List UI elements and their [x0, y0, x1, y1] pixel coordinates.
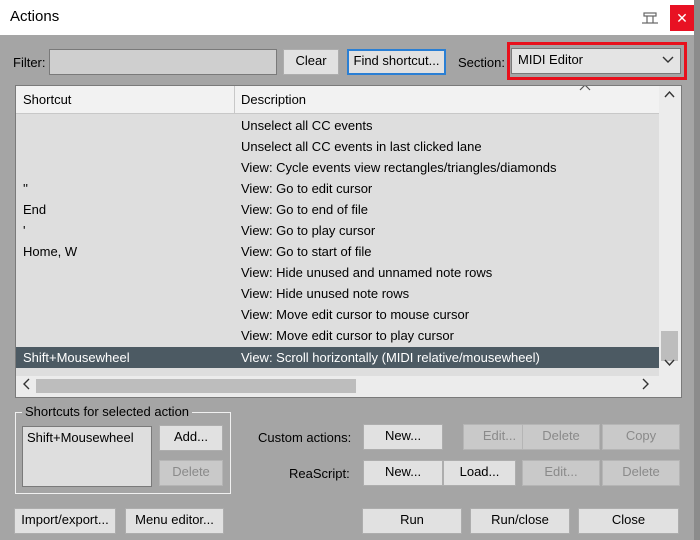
- list-item[interactable]: Shift+Mousewheel: [27, 430, 147, 445]
- close-button[interactable]: Close: [578, 508, 679, 534]
- table-row[interactable]: View: Move edit cursor to play cursor: [16, 325, 659, 346]
- reascript-new-button[interactable]: New...: [363, 460, 443, 486]
- custom-action-new-button[interactable]: New...: [363, 424, 443, 450]
- run-close-button[interactable]: Run/close: [470, 508, 570, 534]
- custom-action-copy-button[interactable]: Copy: [602, 424, 680, 450]
- horizontal-scrollbar[interactable]: [16, 376, 681, 397]
- shortcut-cell: '': [23, 181, 28, 196]
- filter-input[interactable]: [49, 49, 277, 75]
- list-header: Shortcut Description: [16, 86, 659, 114]
- delete-shortcut-button[interactable]: Delete: [159, 460, 223, 486]
- shortcut-cell: End: [23, 202, 47, 217]
- import-export-button[interactable]: Import/export...: [14, 508, 116, 534]
- description-cell: View: Go to play cursor: [241, 223, 376, 238]
- window-title: Actions: [10, 8, 60, 25]
- shortcut-cell: Home, W: [23, 244, 78, 259]
- actions-window: Actions ✕ Filter: Clear Find shortcut...…: [0, 0, 694, 540]
- table-row[interactable]: ' View: Go to play cursor: [16, 220, 659, 241]
- sort-ascending-icon: [579, 86, 591, 95]
- background-window-edge: [694, 0, 700, 540]
- table-row[interactable]: Home, W View: Go to start of file: [16, 241, 659, 262]
- description-cell: View: Move edit cursor to play cursor: [241, 328, 454, 343]
- column-header-description[interactable]: Description: [241, 92, 306, 107]
- section-label: Section:: [458, 55, 505, 70]
- horizontal-scroll-thumb[interactable]: [36, 379, 356, 393]
- table-row[interactable]: Unselect all CC events in last clicked l…: [16, 136, 659, 157]
- add-shortcut-button[interactable]: Add...: [159, 425, 223, 451]
- clear-button[interactable]: Clear: [283, 49, 339, 75]
- description-cell: Unselect all CC events: [241, 118, 373, 133]
- column-separator[interactable]: [234, 86, 235, 114]
- table-row[interactable]: View: Move edit cursor to mouse cursor: [16, 304, 659, 325]
- vertical-scrollbar[interactable]: [659, 86, 681, 376]
- description-cell: Unselect all CC events in last clicked l…: [241, 139, 482, 154]
- table-row[interactable]: View: Cycle events view rectangles/trian…: [16, 157, 659, 178]
- description-cell: View: Go to edit cursor: [241, 181, 373, 196]
- reascript-load-button[interactable]: Load...: [443, 460, 516, 486]
- list-rows: Unselect all CC events Unselect all CC e…: [16, 114, 659, 374]
- scroll-up-icon[interactable]: [664, 89, 675, 101]
- table-row-selected[interactable]: Shift+Mousewheel View: Scroll horizontall…: [16, 347, 659, 368]
- description-cell: View: Cycle events view rectangles/trian…: [241, 160, 557, 175]
- filter-label: Filter:: [13, 55, 46, 70]
- custom-action-delete-button[interactable]: Delete: [522, 424, 600, 450]
- title-bar[interactable]: Actions ✕: [0, 0, 694, 35]
- actions-list[interactable]: Shortcut Description Unselect all CC eve…: [15, 85, 682, 398]
- shortcut-cell: Shift+Mousewheel: [23, 350, 130, 365]
- description-cell: View: Hide unused and unnamed note rows: [241, 265, 493, 280]
- shortcuts-group-title: Shortcuts for selected action: [22, 404, 193, 419]
- table-row[interactable]: View: Hide unused and unnamed note rows: [16, 262, 659, 283]
- scroll-down-icon[interactable]: [664, 358, 675, 370]
- table-row[interactable]: Unselect all CC events: [16, 115, 659, 136]
- description-cell: View: Hide unused note rows: [241, 286, 410, 301]
- vertical-scroll-thumb[interactable]: [661, 331, 678, 361]
- pin-icon[interactable]: [640, 10, 660, 28]
- find-shortcut-button[interactable]: Find shortcut...: [347, 49, 446, 75]
- section-highlight-box: [507, 42, 687, 80]
- scroll-left-icon[interactable]: [22, 378, 30, 393]
- column-header-shortcut[interactable]: Shortcut: [23, 92, 71, 107]
- reascript-label: ReaScript:: [289, 466, 350, 481]
- description-cell: View: Move edit cursor to mouse cursor: [241, 307, 470, 322]
- description-cell: View: Go to start of file: [241, 244, 372, 259]
- table-row[interactable]: View: Hide unused note rows: [16, 283, 659, 304]
- custom-actions-label: Custom actions:: [258, 430, 352, 445]
- run-button[interactable]: Run: [362, 508, 462, 534]
- reascript-edit-button[interactable]: Edit...: [522, 460, 600, 486]
- close-window-button[interactable]: ✕: [670, 5, 694, 31]
- menu-editor-button[interactable]: Menu editor...: [125, 508, 224, 534]
- shortcut-cell: ': [23, 223, 26, 238]
- scroll-right-icon[interactable]: [642, 378, 650, 393]
- table-row[interactable]: End View: Go to end of file: [16, 199, 659, 220]
- description-cell: View: Go to end of file: [241, 202, 368, 217]
- shortcut-list[interactable]: Shift+Mousewheel: [22, 426, 152, 487]
- table-row[interactable]: '' View: Go to edit cursor: [16, 178, 659, 199]
- description-cell: View: Scroll horizontally (MIDI relative…: [241, 350, 540, 365]
- reascript-delete-button[interactable]: Delete: [602, 460, 680, 486]
